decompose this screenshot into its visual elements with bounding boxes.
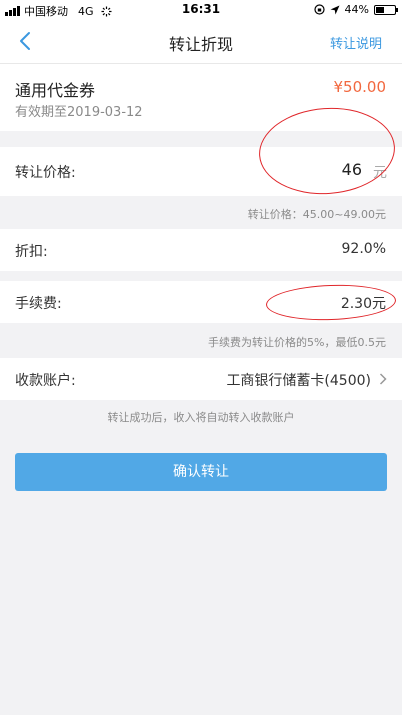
discount-row: 折扣: 92.0% [0, 229, 402, 271]
battery-level [376, 6, 384, 13]
transfer-instructions-link[interactable]: 转让说明 [330, 33, 382, 52]
payout-account-label: 收款账户: [15, 373, 76, 389]
payout-notice: 转让成功后，收入将自动转入收款账户 [107, 411, 295, 424]
status-right: 44% [313, 3, 398, 16]
fee-label: 手续费: [15, 296, 62, 312]
location-icon [330, 5, 340, 14]
transfer-price-range-hint: 转让价格：45.00~49.00元 [247, 208, 386, 221]
battery-icon [374, 4, 398, 15]
coupon-name: 通用代金券 [15, 81, 96, 100]
orientation-lock-icon [313, 4, 325, 15]
nav-bar: 转让折现 转让说明 [0, 20, 402, 64]
battery-percent: 44% [344, 3, 369, 16]
discount-value: 92.0% [341, 241, 386, 257]
discount-label: 折扣: [15, 244, 48, 260]
coupon-validity: 有效期至2019-03-12 [15, 105, 143, 120]
payout-account-row[interactable]: 收款账户: 工商银行储蓄卡(4500) [0, 358, 402, 400]
payout-account-value: 工商银行储蓄卡(4500) [226, 373, 371, 389]
coupon-amount: ¥50.00 [333, 78, 387, 96]
status-bar: 中国移动 4G 16:31 44% [0, 0, 402, 20]
chevron-right-icon [379, 373, 387, 385]
fee-rule-hint: 手续费为转让价格的5%，最低0.5元 [208, 336, 386, 349]
confirm-transfer-button[interactable]: 确认转让 [15, 453, 387, 491]
transfer-price-label: 转让价格: [15, 165, 76, 181]
